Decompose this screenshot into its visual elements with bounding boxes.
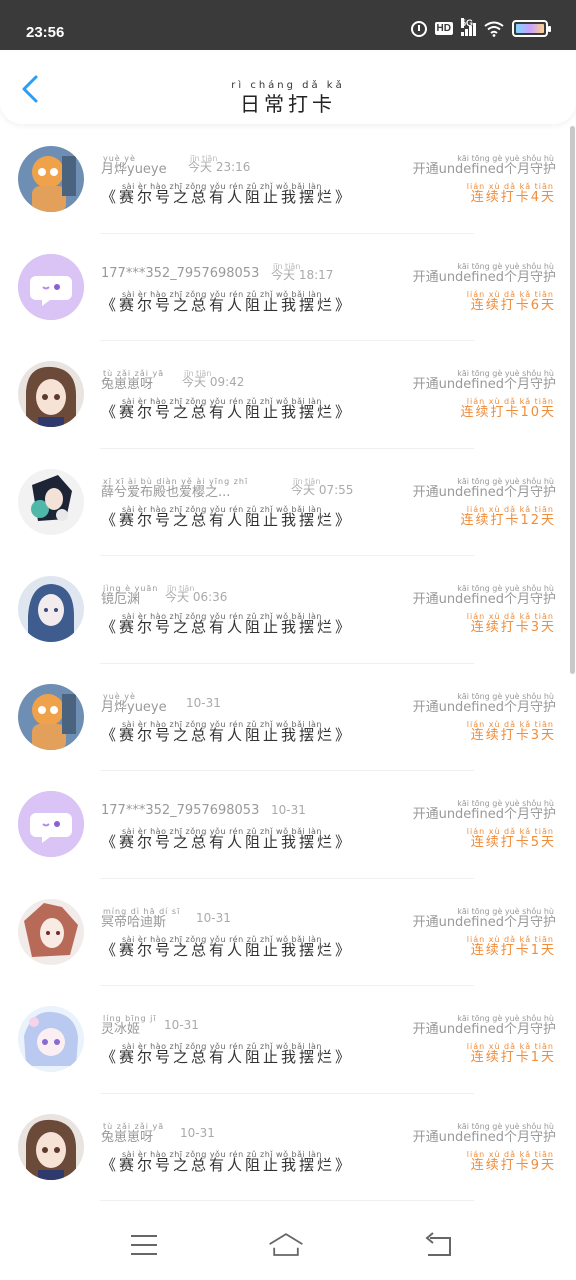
membership-text: 开通undefined个月守护 <box>412 914 556 930</box>
list-item[interactable]: tù zǎi zǎi yā 兔崽崽呀 jīn tiān 今天 09:42 sài èr … <box>0 341 568 449</box>
list-item[interactable]: tù zǎi zǎi yā 兔崽崽呀 10-31 sài èr hào zhī zǒn… <box>0 1094 568 1202</box>
streak-text: 连续打卡9天 <box>470 1157 556 1173</box>
alarm-icon <box>410 20 427 37</box>
membership-text: 开通undefined个月守护 <box>412 592 556 607</box>
avatar[interactable] <box>18 576 84 642</box>
list-item[interactable]: líng bīng jī 灵冰姬 10-31 sài èr hào zhī zǒng … <box>0 986 568 1094</box>
rule-title: 《赛尔号之总有人阻止我摆烂》 <box>101 188 354 206</box>
streak-text: 连续打卡5天 <box>470 835 556 850</box>
user-name[interactable]: 兔崽崽呀 <box>101 373 153 392</box>
checkin-time: 今天 06:36 <box>165 590 228 604</box>
user-name[interactable]: 薛兮爱布殿也爱樱之... <box>101 481 230 500</box>
menu-button[interactable] <box>124 1230 164 1260</box>
checkin-time: 10-31 <box>164 1018 199 1032</box>
membership-text: 开通undefined个月守护 <box>412 699 556 715</box>
wifi-icon <box>484 21 504 37</box>
user-name[interactable]: 兔崽崽呀 <box>101 1126 153 1145</box>
rule-title: 《赛尔号之总有人阻止我摆烂》 <box>101 725 354 744</box>
checkin-time: 10-31 <box>271 803 306 817</box>
membership-text: 开通undefined个月守护 <box>412 269 556 285</box>
rule-title: 《赛尔号之总有人阻止我摆烂》 <box>101 618 354 636</box>
checkin-time: 今天 23:16 <box>188 160 251 174</box>
checkin-time: 10-31 <box>186 695 221 710</box>
rule-title: 《赛尔号之总有人阻止我摆烂》 <box>101 1048 354 1066</box>
rule-title: 《赛尔号之总有人阻止我摆烂》 <box>101 403 354 421</box>
user-name[interactable]: 月烨yueye <box>101 696 167 715</box>
page-title: 日常打卡 <box>240 92 336 116</box>
list-item[interactable]: yuè yè 月烨yueye 10-31 sài èr hào zhī zǒng yǒ… <box>0 664 568 772</box>
avatar[interactable] <box>18 253 84 320</box>
avatar[interactable] <box>18 361 84 427</box>
streak-text: 连续打卡10天 <box>460 405 556 420</box>
membership-text: 开通undefined个月守护 <box>412 484 556 500</box>
streak-text: 连续打卡6天 <box>470 297 556 313</box>
list-item[interactable]: yuè yè 月烨yueye jīn tiān 今天 23:16 sài èr hào … <box>0 126 568 234</box>
user-name[interactable]: 月烨yueye <box>101 158 167 177</box>
streak-text: 连续打卡1天 <box>470 942 556 958</box>
streak-text: 连续打卡12天 <box>460 512 556 528</box>
status-time: 23:56 <box>26 24 65 41</box>
checkin-time: 10-31 <box>196 910 231 925</box>
status-bar: 23:56 HD 5G <box>0 0 576 50</box>
streak-text: 连续打卡3天 <box>470 727 556 743</box>
back-nav-button[interactable] <box>418 1230 458 1260</box>
rule-title: 《赛尔号之总有人阻止我摆烂》 <box>101 295 354 314</box>
list-item[interactable]: 177***352_7957698053 10-31 sài èr hào zhī … <box>0 771 568 879</box>
membership-text: 开通undefined个月守护 <box>412 1022 556 1037</box>
checkin-time: 今天 18:17 <box>271 267 334 282</box>
streak-text: 连续打卡3天 <box>470 620 556 635</box>
avatar[interactable] <box>18 1113 84 1180</box>
avatar[interactable] <box>18 1006 84 1072</box>
home-button[interactable] <box>266 1230 306 1260</box>
system-nav-bar <box>0 1208 576 1280</box>
checkin-time: 今天 09:42 <box>182 375 245 389</box>
avatar[interactable] <box>18 898 84 965</box>
checkin-list[interactable]: yuè yè 月烨yueye jīn tiān 今天 23:16 sài èr hào … <box>0 126 568 1201</box>
checkin-time: 10-31 <box>180 1125 215 1140</box>
avatar[interactable] <box>18 683 84 750</box>
membership-text: 开通undefined个月守护 <box>412 1129 556 1145</box>
checkin-time: 今天 07:55 <box>291 482 354 497</box>
streak-text: 连续打卡4天 <box>470 190 556 205</box>
user-name[interactable]: 冥帝哈迪斯 <box>101 911 166 930</box>
hd-icon: HD <box>434 22 453 35</box>
avatar[interactable] <box>18 791 84 857</box>
user-name[interactable]: 灵冰姬 <box>101 1018 140 1037</box>
rule-title: 《赛尔号之总有人阻止我摆烂》 <box>101 940 354 959</box>
network-label: 5G <box>461 17 474 28</box>
membership-text: 开通undefined个月守护 <box>412 807 556 822</box>
list-item[interactable]: 177***352_7957698053 jīn tiān 今天 18:17 sài … <box>0 234 568 342</box>
signal-icon: 5G <box>461 17 476 36</box>
user-name[interactable]: 177***352_7957698053 <box>101 803 259 818</box>
user-name[interactable]: 177***352_7957698053 <box>101 266 259 281</box>
list-item[interactable]: jìng è yuān 镜厄渊 jīn tiān 今天 06:36 sài èr hào… <box>0 556 568 664</box>
rule-title: 《赛尔号之总有人阻止我摆烂》 <box>101 510 354 529</box>
membership-text: 开通undefined个月守护 <box>412 377 556 392</box>
header: rì cháng dǎ kǎ 日常打卡 <box>0 52 576 124</box>
battery-icon <box>512 20 551 37</box>
rule-title: 《赛尔号之总有人阻止我摆烂》 <box>101 1155 354 1174</box>
rule-title: 《赛尔号之总有人阻止我摆烂》 <box>101 833 354 851</box>
list-item[interactable]: míng dì hā dí sī 冥帝哈迪斯 10-31 sài èr hào zhī… <box>0 879 568 987</box>
avatar[interactable] <box>18 146 84 212</box>
scrollbar[interactable] <box>570 126 575 674</box>
avatar[interactable] <box>18 468 84 535</box>
streak-text: 连续打卡1天 <box>470 1050 556 1065</box>
membership-text: 开通undefined个月守护 <box>412 162 556 177</box>
list-item[interactable]: xī xī ài bù diàn yě ài yīng zhī 薛兮爱布殿也爱樱之… <box>0 449 568 557</box>
status-icons: HD 5G <box>410 17 551 37</box>
user-name[interactable]: 镜厄渊 <box>101 588 140 607</box>
